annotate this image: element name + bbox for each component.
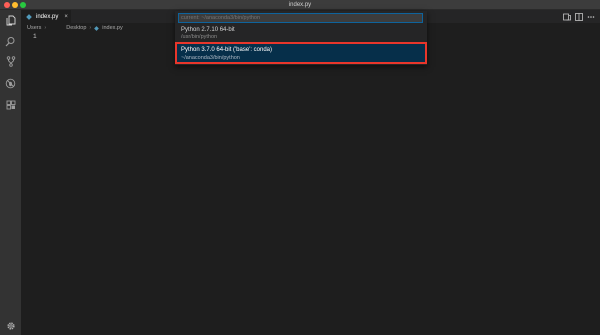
python-file-icon [26, 13, 32, 20]
interpreter-option-python3-conda[interactable]: Python 3.7.0 64-bit ('base': conda) ~/an… [175, 42, 427, 64]
debug-icon[interactable] [5, 78, 16, 89]
breadcrumb-separator: › [89, 25, 92, 31]
files-icon[interactable] [5, 15, 16, 26]
breadcrumb-item-users[interactable]: Users [27, 25, 41, 31]
more-actions-icon[interactable] [586, 12, 595, 21]
interpreter-option-python2[interactable]: Python 2.7.10 64-bit /usr/bin/python [177, 25, 425, 43]
interpreter-option-label: Python 3.7.0 64-bit ('base': conda) [181, 47, 273, 53]
compare-icon[interactable] [562, 12, 571, 21]
tab-index-py[interactable]: index.py × [21, 10, 71, 23]
activity-bar [0, 10, 21, 335]
interpreter-option-label: Python 2.7.10 64-bit [181, 27, 235, 33]
tab-label: index.py [36, 13, 59, 20]
title-bar: index.py [0, 0, 600, 10]
tab-close-icon[interactable]: × [64, 14, 68, 20]
window-title: index.py [288, 2, 312, 8]
interpreter-search-input[interactable] [178, 13, 423, 23]
breadcrumb-item-desktop[interactable]: Desktop [66, 25, 86, 31]
interpreter-option-path: ~/anaconda3/bin/python [181, 55, 240, 61]
extensions-icon[interactable] [5, 99, 16, 110]
breadcrumb-item-file[interactable]: index.py [102, 25, 123, 31]
breadcrumb-separator: › [44, 25, 47, 31]
line-number: 1 [33, 33, 37, 40]
source-control-icon[interactable] [5, 56, 16, 67]
split-editor-icon[interactable] [574, 12, 583, 21]
interpreter-option-path: /usr/bin/python [181, 34, 218, 40]
breadcrumb: Users › Desktop › index.py [27, 24, 123, 32]
gear-icon[interactable] [5, 320, 16, 331]
python-file-icon [94, 25, 100, 31]
search-icon[interactable] [5, 36, 16, 47]
